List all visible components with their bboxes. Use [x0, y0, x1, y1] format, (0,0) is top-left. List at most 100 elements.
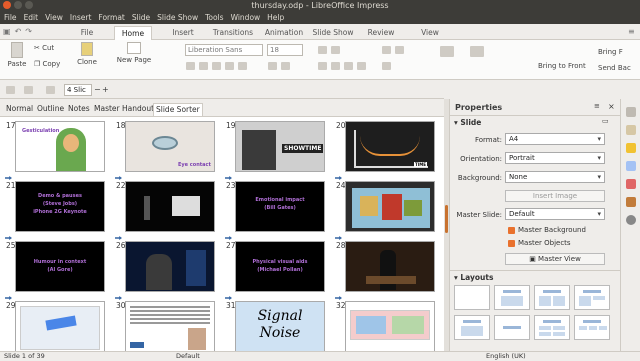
slide-thumbnail[interactable] [125, 181, 215, 232]
align-right-icon[interactable] [344, 62, 353, 70]
close-window-button[interactable] [3, 1, 11, 9]
new-page-button[interactable]: New Page [114, 42, 154, 64]
gallery-icon[interactable] [626, 197, 636, 207]
tab-home[interactable]: Home [114, 26, 152, 40]
increase-slides-button[interactable]: + [102, 85, 109, 94]
arrange-icon[interactable] [470, 46, 484, 57]
maximize-window-button[interactable] [25, 1, 33, 9]
decrease-slides-button[interactable]: − [94, 85, 101, 94]
slide-thumbnail[interactable]: Humour in context (Al Gore) [15, 241, 105, 292]
italic-icon[interactable] [199, 62, 208, 70]
menu-edit[interactable]: Edit [24, 13, 39, 22]
slide-transition-icon[interactable] [626, 125, 636, 135]
menu-slide-show[interactable]: Slide Show [157, 13, 198, 22]
menu-collapse-icon[interactable]: ≡ [628, 27, 635, 36]
align-center-icon[interactable] [331, 62, 340, 70]
bring-forward-button[interactable]: Bring F [598, 48, 623, 56]
layout-title-only[interactable] [454, 315, 490, 340]
align-left-icon[interactable] [318, 62, 327, 70]
tab-review[interactable]: Review [364, 26, 398, 40]
animation-icon[interactable] [626, 143, 636, 153]
slide-thumbnail[interactable]: Gesticulation [15, 121, 105, 172]
layout-title-two-content[interactable] [534, 285, 570, 310]
bring-to-front-button[interactable]: Bring to Front [538, 62, 586, 70]
navigator-icon[interactable] [626, 215, 636, 225]
master-view-button[interactable]: ▣ Master View [505, 253, 605, 265]
bullets-icon[interactable] [318, 46, 327, 54]
slide-thumbnail[interactable]: Emotional impact (Bill Gates) [235, 181, 325, 232]
font-color-icon[interactable] [268, 62, 277, 70]
slide-thumbnail[interactable] [345, 301, 435, 351]
tab-insert[interactable]: Insert [166, 26, 200, 40]
menu-help[interactable]: Help [267, 13, 284, 22]
master-objects-checkbox[interactable] [508, 240, 515, 247]
select-icon[interactable] [24, 86, 33, 94]
master-slides-icon[interactable] [626, 161, 636, 171]
outdent-icon[interactable] [395, 46, 404, 54]
background-select[interactable]: None [505, 171, 605, 183]
menu-window[interactable]: Window [231, 13, 261, 22]
tab-slide-show[interactable]: Slide Show [310, 26, 356, 40]
slide-thumbnail[interactable]: Signal Noise [235, 301, 325, 351]
numbering-icon[interactable] [331, 46, 340, 54]
layout-blank[interactable] [454, 285, 490, 310]
more-options-icon[interactable]: ▭ [602, 117, 609, 125]
justify-icon[interactable] [357, 62, 366, 70]
tab-file[interactable]: File [74, 26, 100, 40]
font-size-field[interactable]: 18 [267, 44, 303, 56]
menu-view[interactable]: View [45, 13, 63, 22]
insert-image-button[interactable]: Insert Image [505, 190, 605, 202]
tab-slide-sorter[interactable]: Slide Sorter [153, 103, 203, 116]
slide-thumbnail[interactable]: SHOWTIME [235, 121, 325, 172]
tab-transitions[interactable]: Transitions [210, 26, 256, 40]
master-slide-select[interactable]: Default [505, 208, 605, 220]
paste-button[interactable]: Paste [6, 42, 28, 68]
orientation-select[interactable]: Portrait [505, 152, 605, 164]
slide-thumbnail[interactable] [125, 241, 215, 292]
spacing-icon[interactable] [382, 62, 391, 70]
undo-icon[interactable]: ↶ [15, 27, 22, 36]
layout-title-slide[interactable] [574, 285, 610, 310]
tab-view[interactable]: View [416, 26, 444, 40]
font-name-field[interactable]: Liberation Sans [185, 44, 263, 56]
menu-slide[interactable]: Slide [132, 13, 150, 22]
layout-six-content[interactable] [574, 315, 610, 340]
clone-button[interactable]: Clone [74, 42, 100, 66]
master-background-checkbox[interactable] [508, 227, 515, 234]
slide-thumbnail[interactable]: Physical visual aids (Michael Pollan) [235, 241, 325, 292]
layout-title-content[interactable] [494, 285, 530, 310]
underline-icon[interactable] [212, 62, 221, 70]
tab-notes[interactable]: Notes [66, 103, 92, 116]
layout-centered-text[interactable] [494, 315, 530, 340]
slide-thumbnail[interactable] [125, 301, 215, 351]
minimize-window-button[interactable] [14, 1, 22, 9]
menu-insert[interactable]: Insert [70, 13, 92, 22]
shadow-icon[interactable] [238, 62, 247, 70]
shapes-icon[interactable] [440, 46, 454, 57]
bold-icon[interactable] [186, 62, 195, 70]
slide-thumbnail[interactable] [15, 301, 105, 351]
tab-master-handout[interactable]: Master Handout [92, 103, 156, 116]
properties-icon[interactable] [626, 107, 636, 117]
menu-format[interactable]: Format [98, 13, 124, 22]
save-icon[interactable]: ▣ [3, 27, 11, 36]
slide-thumbnail[interactable] [345, 241, 435, 292]
tab-outline[interactable]: Outline [35, 103, 66, 116]
send-back-button[interactable]: Send Bac [598, 64, 631, 72]
strikethrough-icon[interactable] [225, 62, 234, 70]
slide-layout-icon[interactable] [46, 86, 55, 94]
panel-menu-icon[interactable]: ≡ [594, 102, 600, 110]
redo-icon[interactable]: ↷ [25, 27, 32, 36]
close-panel-icon[interactable]: × [608, 102, 615, 111]
tab-normal[interactable]: Normal [4, 103, 35, 116]
slide-thumbnail[interactable]: Eye contact [125, 121, 215, 172]
styles-icon[interactable] [626, 179, 636, 189]
copy-button[interactable]: ❐ Copy [34, 60, 60, 68]
tab-animation[interactable]: Animation [262, 26, 306, 40]
menu-tools[interactable]: Tools [205, 13, 223, 22]
slide-thumbnail[interactable]: Demo & pauses (Steve Jobs) iPhone 2G Key… [15, 181, 105, 232]
indent-icon[interactable] [382, 46, 391, 54]
menu-file[interactable]: File [4, 13, 17, 22]
highlight-icon[interactable] [281, 62, 290, 70]
layout-four-content[interactable] [534, 315, 570, 340]
